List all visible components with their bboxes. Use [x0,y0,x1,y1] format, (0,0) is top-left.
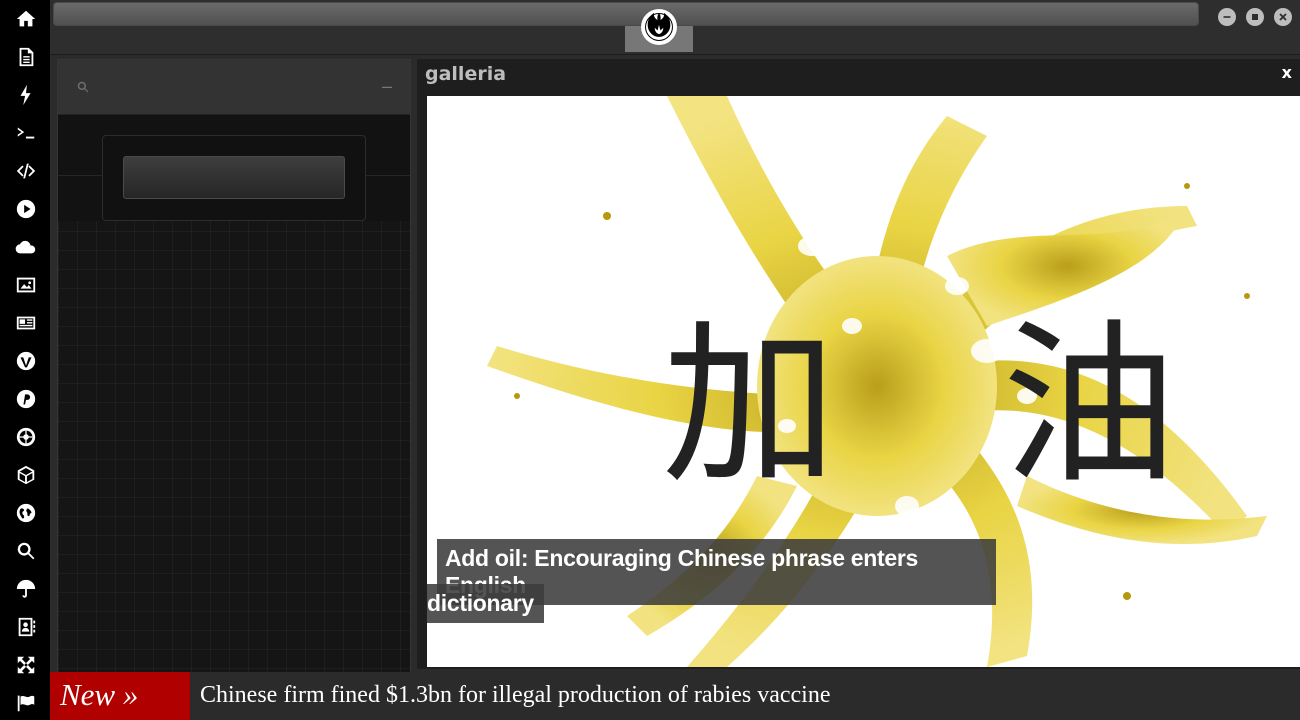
left-panel: – [57,59,411,673]
rebel-alliance-icon[interactable] [641,9,677,45]
gallery-caption-line2: dictionary [427,584,544,623]
galactic-empire-icon[interactable] [13,424,39,450]
left-panel-header: – [58,60,410,115]
minimize-icon[interactable] [1218,8,1236,26]
home-icon[interactable] [13,6,39,32]
close-icon[interactable] [1274,8,1292,26]
news-ticker: New » Chinese firm fined $1.3bn for ille… [50,672,1300,720]
play-icon[interactable] [13,196,39,222]
search-icon[interactable] [13,538,39,564]
wordpress-icon[interactable] [13,348,39,374]
code-icon[interactable] [13,158,39,184]
lightning-icon[interactable] [13,82,39,108]
search-icon[interactable] [76,80,90,94]
gallery-title: galleria [425,63,507,85]
image-character-you: 油 [1002,305,1177,508]
newspaper-icon[interactable] [13,310,39,336]
terminal-icon[interactable] [13,120,39,146]
gallery-image[interactable]: 加 油 Add oil: Encouraging Chinese phrase … [427,96,1300,667]
restore-icon[interactable] [1246,8,1264,26]
document-icon[interactable] [13,44,39,70]
ticker-headline-link[interactable]: Chinese firm fined $1.3bn for illegal pr… [200,672,830,718]
image-icon[interactable] [13,272,39,298]
gallery-close-button[interactable]: x [1282,63,1292,82]
top-bar [50,0,1300,55]
image-character-jia: 加 [662,305,837,508]
contacts-icon[interactable] [13,614,39,640]
app-sidebar [0,0,50,720]
umbrella-icon[interactable] [13,576,39,602]
top-address-input[interactable] [53,2,1199,26]
pinterest-icon[interactable] [13,386,39,412]
cloud-icon[interactable] [13,234,39,260]
death-star-icon[interactable] [13,462,39,488]
left-panel-button[interactable] [123,156,345,199]
expand-icon[interactable] [13,652,39,678]
globe-icon[interactable] [13,500,39,526]
gallery-panel: galleria x 加 油 Add oil: Encouraging Chin… [417,59,1300,669]
flag-icon[interactable] [13,690,39,716]
left-panel-card [102,135,366,221]
left-panel-minimize-button[interactable]: – [382,76,392,97]
ticker-new-badge: New » [50,672,190,720]
